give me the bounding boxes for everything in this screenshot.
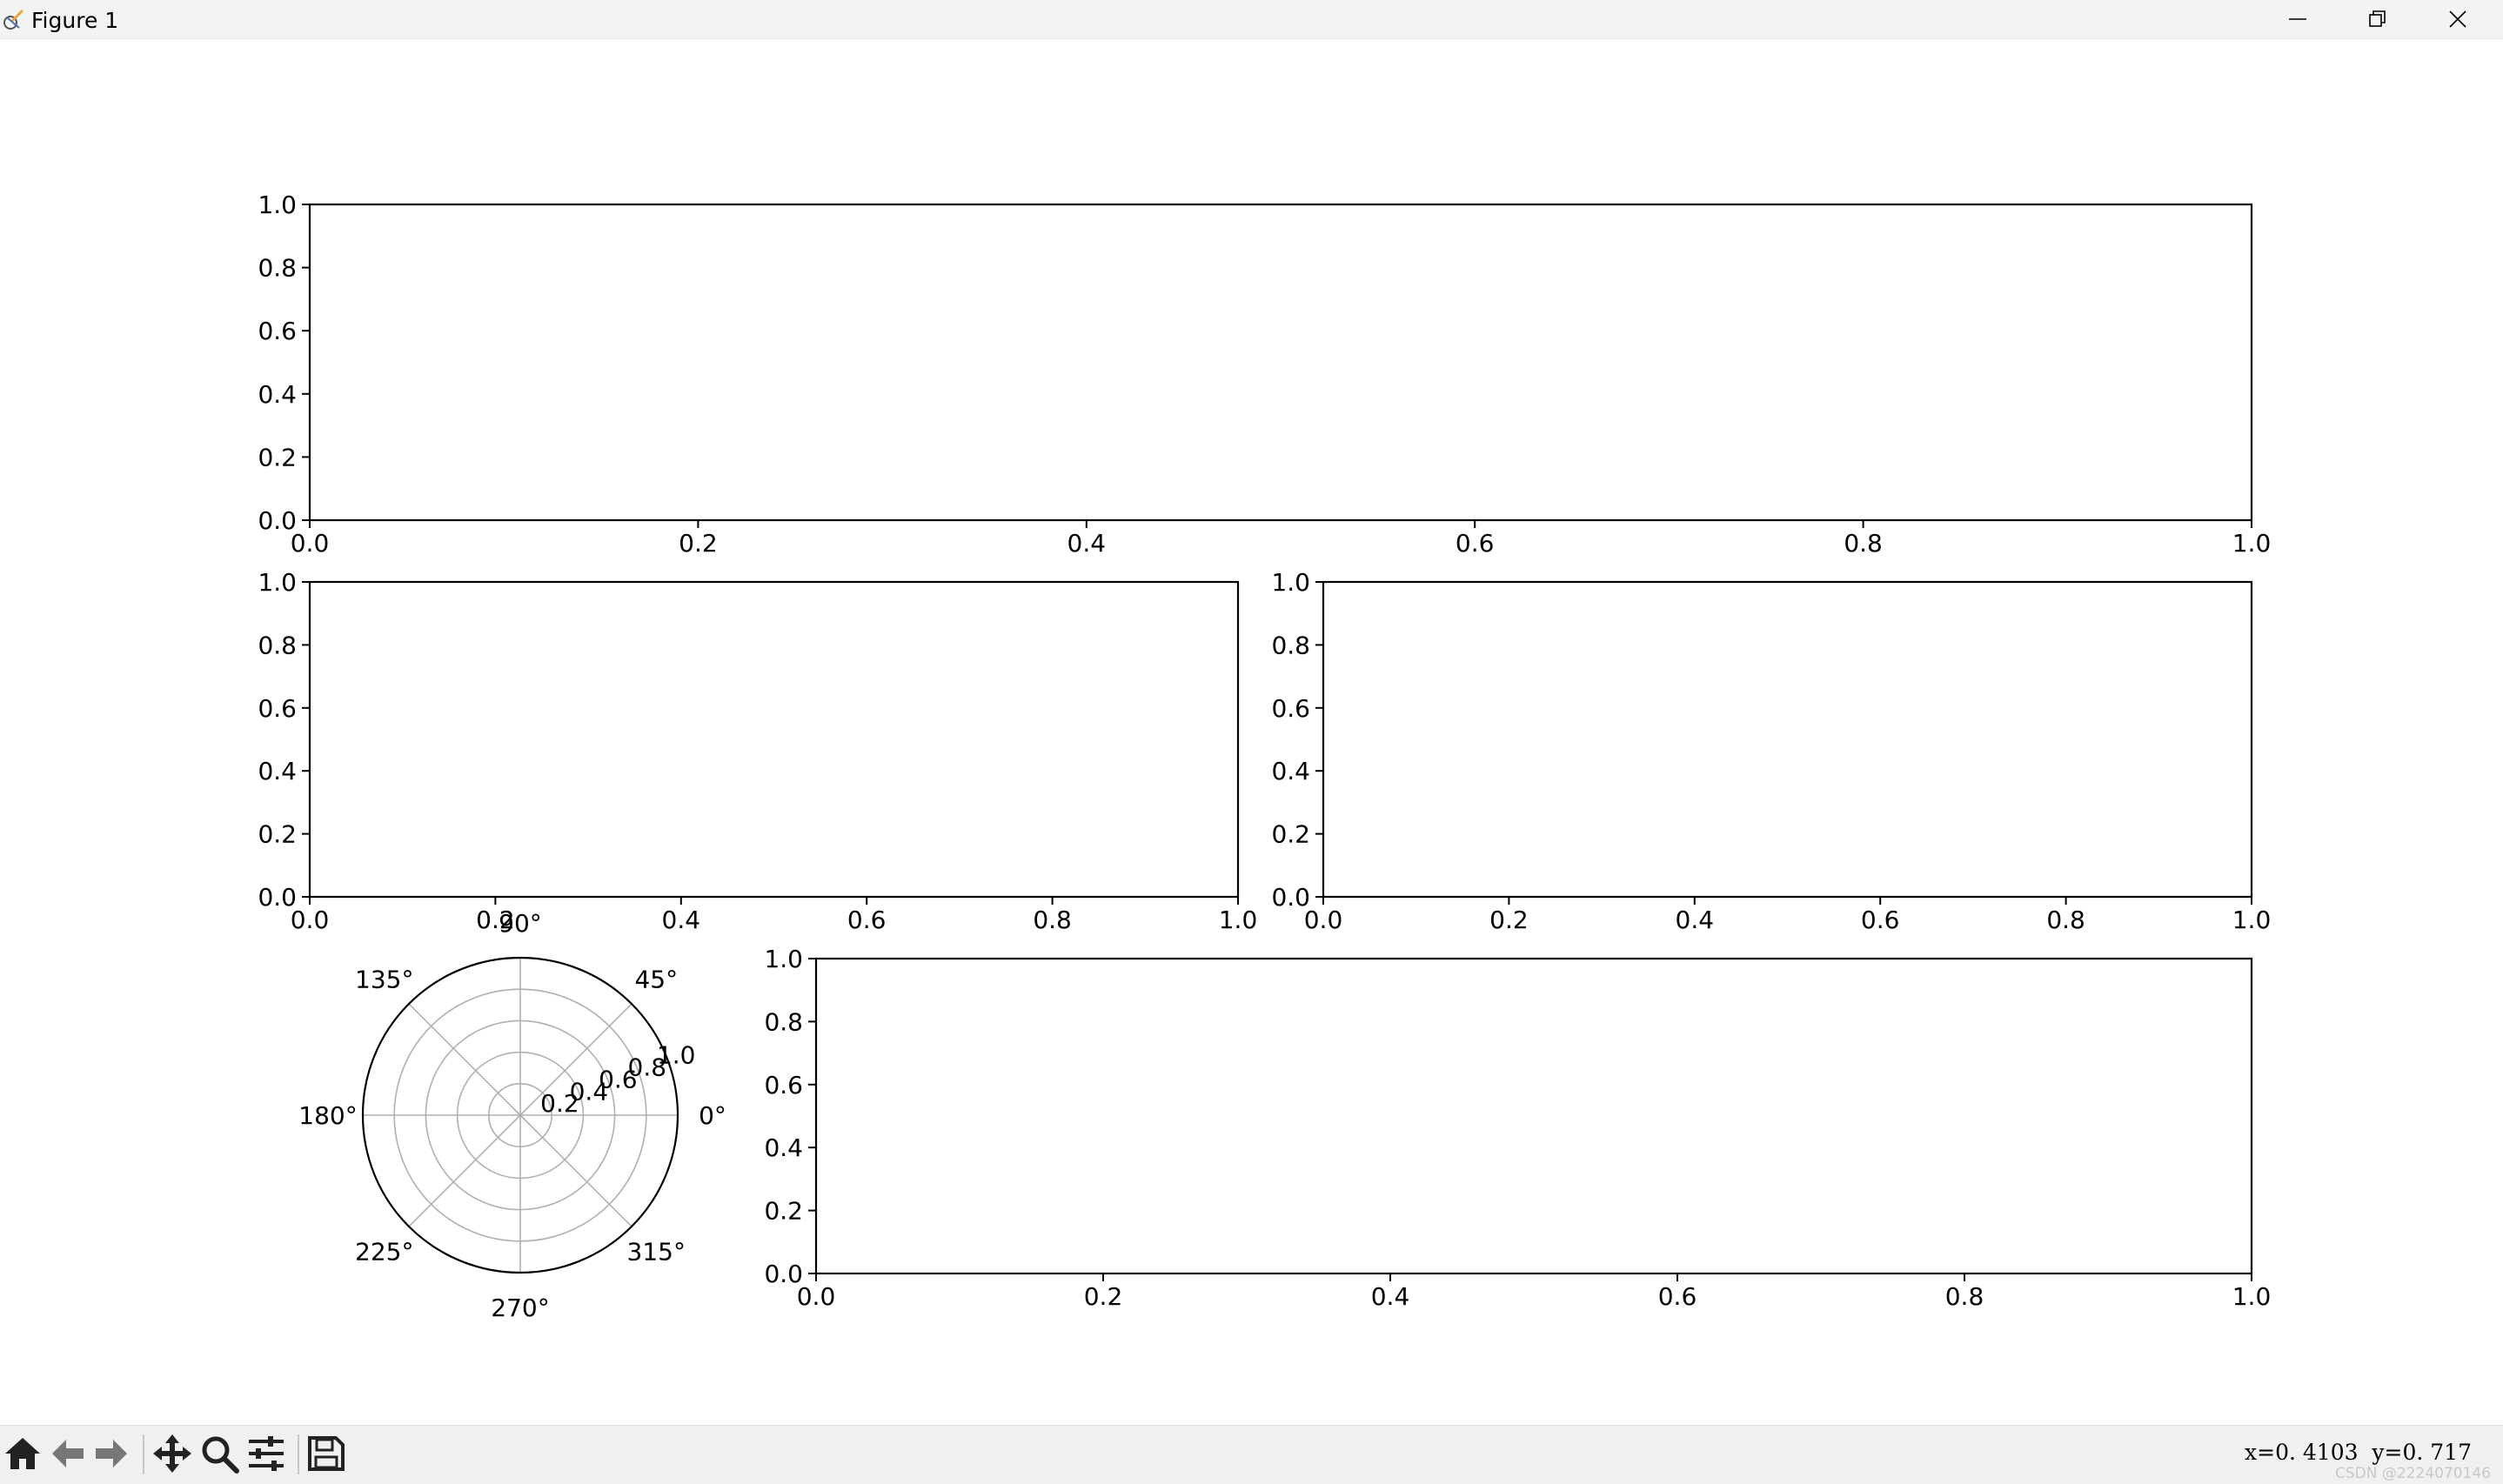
navigation-toolbar: x=0. 4103 y=0. 717 CSDN @2224070146	[0, 1425, 2503, 1484]
polar-angle-label: 225°	[355, 1237, 413, 1266]
y-tick-label: 0.8	[764, 1007, 803, 1036]
y-tick-label: 0.8	[1271, 631, 1310, 659]
y-tick-label: 0.0	[764, 1260, 803, 1288]
y-tick-label: 0.0	[258, 883, 297, 912]
back-button[interactable]	[47, 1433, 89, 1474]
matplotlib-app-icon	[3, 9, 24, 30]
x-tick-label: 1.0	[2232, 906, 2272, 934]
y-tick-label: 0.2	[1271, 820, 1310, 849]
x-tick-label: 1.0	[2232, 1282, 2272, 1311]
x-tick-label: 0.4	[662, 906, 701, 934]
x-tick-label: 0.8	[1945, 1282, 1984, 1311]
save-button[interactable]	[305, 1433, 346, 1474]
minimize-button[interactable]	[2259, 0, 2337, 38]
polar-angle-label: 90°	[499, 909, 542, 938]
middle-left-axes-frame	[308, 580, 1240, 899]
cursor-coordinates: x=0. 4103 y=0. 717	[2245, 1440, 2472, 1465]
toolbar-separator	[298, 1434, 299, 1474]
bottom-right-axes-frame	[814, 957, 2253, 1275]
close-icon	[2449, 10, 2466, 28]
y-tick-label: 1.0	[1271, 568, 1310, 597]
y-tick-label: 0.4	[1271, 757, 1310, 785]
magnifier-icon	[202, 1436, 239, 1474]
x-tick-label: 0.6	[847, 906, 887, 934]
polar-angular-gridline	[408, 1114, 521, 1227]
watermark: CSDN @2224070146	[2334, 1465, 2491, 1482]
y-tick-label: 0.2	[258, 820, 297, 849]
minimize-icon	[2289, 18, 2306, 20]
top-wide-axes-frame	[308, 203, 2253, 522]
y-tick-label: 0.6	[1271, 694, 1310, 723]
y-tick-label: 0.6	[764, 1071, 803, 1100]
home-icon	[5, 1438, 40, 1469]
y-tick-label: 0.8	[258, 631, 297, 659]
x-tick-label: 0.4	[1676, 906, 1715, 934]
x-tick-label: 1.0	[2232, 529, 2272, 558]
x-tick-label: 0.2	[1489, 906, 1529, 934]
home-button[interactable]	[2, 1433, 44, 1474]
arrow-left-icon	[52, 1440, 84, 1467]
figure-svg[interactable]: 0.0 0.2 0.4 0.6 0.8 1.0 0.0 0.2 0.4 0.6 0.8 1.0 0.0 0…	[0, 39, 2503, 1425]
window-titlebar: Figure 1	[0, 0, 2503, 39]
y-tick-label: 1.0	[764, 945, 803, 973]
toolbar-separator	[143, 1434, 144, 1474]
zoom-button[interactable]	[198, 1433, 240, 1474]
polar-angular-gridline	[519, 1114, 632, 1227]
close-button[interactable]	[2419, 0, 2497, 38]
restore-button[interactable]	[2339, 0, 2417, 38]
x-tick-label: 0.8	[1033, 906, 1072, 934]
window-title: Figure 1	[31, 8, 119, 33]
figure-canvas[interactable]: 0.0 0.2 0.4 0.6 0.8 1.0 0.0 0.2 0.4 0.6 0.8 1.0 0.0 0…	[0, 39, 2503, 1425]
y-tick-label: 0.4	[764, 1133, 803, 1162]
sliders-icon	[249, 1436, 284, 1471]
y-tick-label: 1.0	[258, 191, 297, 219]
x-tick-label: 1.0	[1219, 906, 1258, 934]
x-tick-label: 0.2	[1084, 1282, 1123, 1311]
move-icon	[153, 1434, 191, 1473]
x-tick-label: 0.8	[1844, 529, 1883, 558]
polar-angle-label: 180°	[298, 1101, 357, 1130]
y-tick-label: 0.2	[764, 1197, 803, 1226]
configure-subplots-button[interactable]	[245, 1433, 287, 1474]
x-tick-label: 0.4	[1067, 529, 1107, 558]
y-tick-label: 1.0	[258, 568, 297, 597]
y-tick-label: 0.8	[258, 254, 297, 283]
y-tick-label: 0.0	[258, 506, 297, 535]
y-tick-label: 0.2	[258, 443, 297, 471]
polar-radial-label: 1.0	[657, 1041, 696, 1070]
x-tick-label: 0.2	[679, 529, 718, 558]
x-tick-label: 0.6	[1456, 529, 1495, 558]
polar-angle-label: 45°	[634, 966, 678, 994]
y-tick-label: 0.6	[258, 317, 297, 345]
x-tick-label: 0.6	[1861, 906, 1900, 934]
forward-button[interactable]	[90, 1433, 132, 1474]
y-tick-label: 0.4	[258, 380, 297, 409]
middle-right-axes-frame	[1322, 580, 2253, 899]
x-tick-label: 0.8	[2046, 906, 2085, 934]
x-tick-label: 0.6	[1658, 1282, 1697, 1311]
arrow-right-icon	[96, 1440, 127, 1467]
pan-button[interactable]	[151, 1433, 193, 1474]
x-tick-label: 0.4	[1371, 1282, 1410, 1311]
polar-angle-label: 315°	[627, 1237, 686, 1266]
restore-icon	[2369, 10, 2386, 27]
polar-angle-label: 135°	[355, 966, 413, 994]
polar-angular-gridline	[408, 1003, 521, 1116]
y-tick-label: 0.6	[258, 694, 297, 723]
polar-angle-label: 0°	[699, 1101, 726, 1130]
y-tick-label: 0.0	[1271, 883, 1310, 912]
y-tick-label: 0.4	[258, 757, 297, 785]
floppy-disk-icon	[308, 1436, 345, 1471]
polar-angle-label: 270°	[491, 1293, 549, 1322]
